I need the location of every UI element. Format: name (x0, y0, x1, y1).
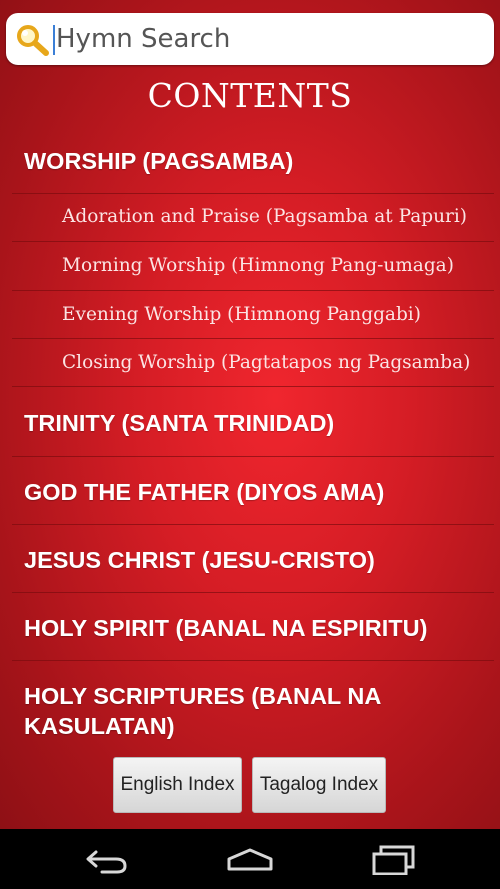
home-icon[interactable] (226, 847, 274, 871)
section-holy-spirit[interactable]: HOLY SPIRIT (BANAL NA ESPIRITU) (0, 613, 500, 643)
recent-apps-icon[interactable] (371, 845, 417, 875)
divider (12, 386, 494, 387)
navigation-bar (0, 829, 500, 889)
subsection-morning-worship[interactable]: Morning Worship (Himnong Pang-umaga) (0, 253, 500, 279)
page-title: CONTENTS (147, 76, 353, 115)
divider (12, 592, 494, 593)
divider (12, 660, 494, 661)
app-screen: CONTENTS WORSHIP (PAGSAMBA) Adoration an… (0, 0, 500, 829)
subsection-closing-worship[interactable]: Closing Worship (Pagtatapos ng Pagsamba) (0, 350, 500, 376)
divider (12, 338, 494, 339)
section-trinity[interactable]: TRINITY (SANTA TRINIDAD) (0, 408, 500, 438)
subsection-evening-worship[interactable]: Evening Worship (Himnong Panggabi) (0, 302, 500, 328)
tagalog-index-button[interactable]: Tagalog Index (252, 757, 386, 813)
search-bar[interactable] (6, 13, 494, 65)
divider (12, 193, 494, 194)
divider (12, 456, 494, 457)
divider (12, 524, 494, 525)
back-icon[interactable] (84, 846, 130, 874)
text-cursor (53, 25, 55, 55)
hymn-search-input[interactable] (56, 19, 476, 59)
subsection-adoration-praise[interactable]: Adoration and Praise (Pagsamba at Papuri… (0, 204, 500, 230)
section-god-the-father[interactable]: GOD THE FATHER (DIYOS AMA) (0, 477, 500, 507)
search-icon (17, 25, 49, 56)
divider (12, 241, 494, 242)
section-holy-scriptures[interactable]: HOLY SCRIPTURES (BANAL NA KASULATAN) (0, 681, 420, 741)
english-index-button[interactable]: English Index (113, 757, 242, 813)
section-worship[interactable]: WORSHIP (PAGSAMBA) (0, 146, 500, 176)
divider (12, 290, 494, 291)
section-jesus-christ[interactable]: JESUS CHRIST (JESU-CRISTO) (0, 545, 500, 575)
